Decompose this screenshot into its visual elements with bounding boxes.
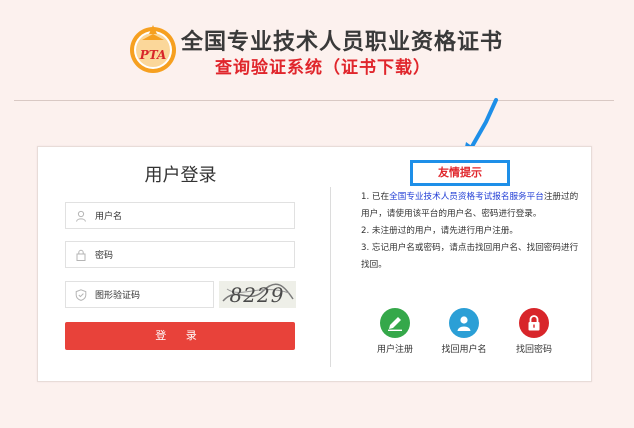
captcha-text: 8229 xyxy=(230,283,285,307)
tips-list: 1. 已在全国专业技术人员资格考试报名服务平台注册过的用户，请使用该平台的用户名… xyxy=(361,189,583,274)
tip-item-1: 1. 已在全国专业技术人员资格考试报名服务平台注册过的用户，请使用该平台的用户名… xyxy=(361,189,583,223)
login-title: 用户登录 xyxy=(144,165,217,186)
user-icon xyxy=(76,210,86,222)
page-subtitle: 查询验证系统（证书下载） xyxy=(215,58,431,78)
header: PTA 全国专业技术人员职业资格证书 查询验证系统（证书下载） xyxy=(0,0,634,100)
username-placeholder: 用户名 xyxy=(95,212,123,222)
logo-text: PTA xyxy=(139,48,167,62)
recover-password-label: 找回密码 xyxy=(515,345,552,355)
tip-item-1-prefix: 1. 已在 xyxy=(361,192,390,202)
card-divider xyxy=(330,187,331,367)
recover-username-button[interactable]: 找回用户名 xyxy=(436,308,492,355)
username-field[interactable]: 用户名 xyxy=(65,202,295,229)
tip-item-2: 2. 未注册过的用户，请先进行用户注册。 xyxy=(361,226,519,236)
person-icon xyxy=(457,316,471,331)
register-circle xyxy=(380,308,410,338)
exam-platform-link[interactable]: 全国专业技术人员资格考试报名服务平台 xyxy=(389,192,544,202)
header-divider xyxy=(14,100,614,101)
pta-logo: PTA xyxy=(130,25,176,73)
register-button[interactable]: 用户注册 xyxy=(367,308,423,355)
tips-heading: 友情提示 xyxy=(438,166,482,179)
recover-password-circle xyxy=(519,308,549,338)
recover-username-circle xyxy=(449,308,479,338)
padlock-icon xyxy=(528,315,540,331)
captcha-image[interactable]: 8229 xyxy=(219,281,296,308)
tips-heading-box: 友情提示 xyxy=(410,160,510,186)
login-card: 用户登录 用户名 密码 图形验证码 8229 登 录 友情提示 1. 已在全国专… xyxy=(37,146,592,382)
recover-username-label: 找回用户名 xyxy=(441,345,487,355)
recover-password-button[interactable]: 找回密码 xyxy=(506,308,562,355)
password-placeholder: 密码 xyxy=(95,251,114,261)
lock-icon xyxy=(76,249,86,261)
captcha-field[interactable]: 图形验证码 xyxy=(65,281,214,308)
password-field[interactable]: 密码 xyxy=(65,241,295,268)
tip-item-3: 3. 忘记用户名或密码，请点击找回用户名、找回密码进行找回。 xyxy=(361,243,579,270)
shield-check-icon xyxy=(75,289,87,301)
login-button[interactable]: 登 录 xyxy=(65,322,295,350)
pencil-icon xyxy=(388,317,402,331)
captcha-placeholder: 图形验证码 xyxy=(95,291,141,301)
register-label: 用户注册 xyxy=(376,345,413,355)
page-title: 全国专业技术人员职业资格证书 xyxy=(181,30,504,55)
